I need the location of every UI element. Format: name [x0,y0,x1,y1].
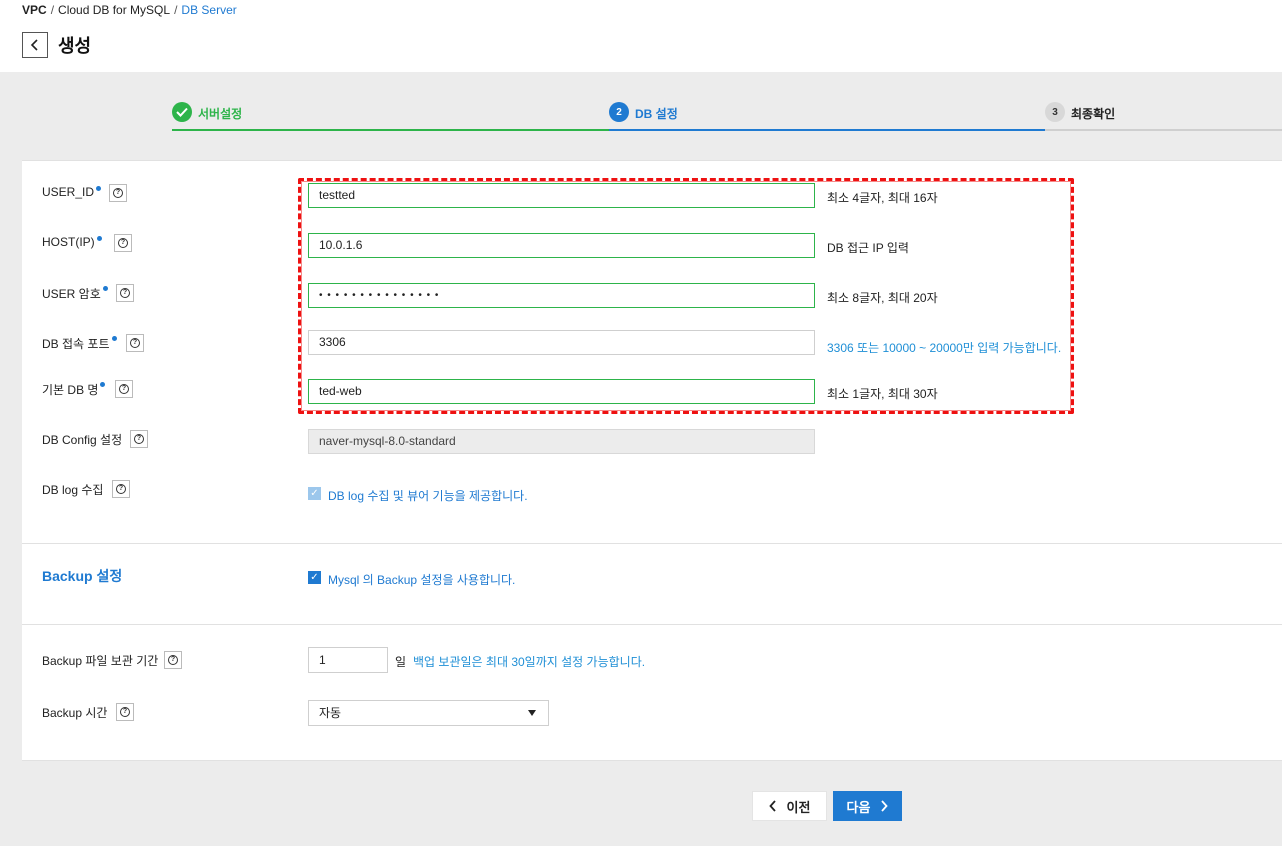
step-number: 2 [609,102,629,122]
password-label: USER 암호 [42,285,108,302]
backup-time-select[interactable]: 자동 [308,700,549,726]
step-db-settings: 2 DB 설정 [609,98,1045,131]
next-button[interactable]: 다음 [833,791,902,821]
host-label: HOST(IP) [42,235,102,249]
back-button[interactable] [22,32,48,58]
step-progress-bar [1045,129,1282,131]
backup-section-title: Backup 설정 [42,568,123,584]
db-name-label: 기본 DB 명 [42,381,106,398]
backup-checkbox[interactable]: ✓ [308,571,321,584]
db-log-checkbox: ✓ [308,487,321,500]
breadcrumb-item-db-server[interactable]: DB Server [181,3,236,17]
breadcrumb: VPC / Cloud DB for MySQL / DB Server [22,3,237,17]
breadcrumb-item-vpc[interactable]: VPC [22,3,47,17]
backup-time-value: 자동 [319,706,342,720]
backup-settings-panel [22,543,1282,625]
backup-retention-input[interactable]: 1 [308,647,388,673]
db-config-label: DB Config 설정 [42,433,123,447]
step-progress-bar [172,129,609,131]
help-icon[interactable]: ? [130,430,148,448]
required-dot [100,382,106,387]
backup-checkbox-label[interactable]: Mysql 의 Backup 설정을 사용합니다. [328,571,515,588]
db-log-checkbox-label: DB log 수집 및 뷰어 기능을 제공합니다. [328,489,528,503]
db-config-field: naver-mysql-8.0-standard [308,429,815,454]
backup-retention-label: Backup 파일 보관 기간 [42,654,159,668]
help-icon[interactable]: ? [114,234,132,252]
help-icon[interactable]: ? [116,284,134,302]
retention-hint: 백업 보관일은 최대 30일까지 설정 가능합니다. [413,655,646,669]
required-dot [96,186,102,191]
next-button-label: 다음 [846,799,871,815]
chevron-left-icon [768,800,776,812]
breadcrumb-item-cloud-db[interactable]: Cloud DB for MySQL [58,3,170,17]
help-icon[interactable]: ? [164,651,182,669]
highlight-annotation-box [298,178,1074,414]
step-number: 3 [1045,102,1065,122]
required-dot [96,236,102,241]
port-label: DB 접속 포트 [42,335,117,352]
backup-time-label: Backup 시간 [42,706,108,720]
breadcrumb-separator: / [174,3,178,17]
step-label: 최종확인 [1071,107,1116,121]
caret-down-icon [528,710,536,716]
required-dot [102,286,108,291]
step-progress-bar [609,129,1045,131]
help-icon[interactable]: ? [112,480,130,498]
step-final-confirm: 3 최종확인 [1045,98,1282,131]
prev-button[interactable]: 이전 [752,791,827,821]
chevron-right-icon [881,800,889,812]
step-label: DB 설정 [635,107,678,121]
prev-button-label: 이전 [786,799,811,815]
help-icon[interactable]: ? [109,184,127,202]
db-log-label: DB log 수집 [42,483,104,497]
help-icon[interactable]: ? [126,334,144,352]
page-header: VPC / Cloud DB for MySQL / DB Server 생성 [0,0,1282,72]
check-icon [172,102,192,122]
wizard-steps: 서버설정 2 DB 설정 3 최종확인 [172,98,1282,132]
chevron-left-icon [30,39,38,51]
backup-options-panel [22,624,1282,761]
step-server-settings: 서버설정 [172,98,609,131]
breadcrumb-separator: / [50,3,55,17]
help-icon[interactable]: ? [115,380,133,398]
retention-unit: 일 [395,655,407,669]
help-icon[interactable]: ? [116,703,134,721]
required-dot [111,336,117,341]
step-label: 서버설정 [198,107,243,121]
page-title: 생성 [58,36,92,56]
user-id-label: USER_ID [42,185,102,199]
